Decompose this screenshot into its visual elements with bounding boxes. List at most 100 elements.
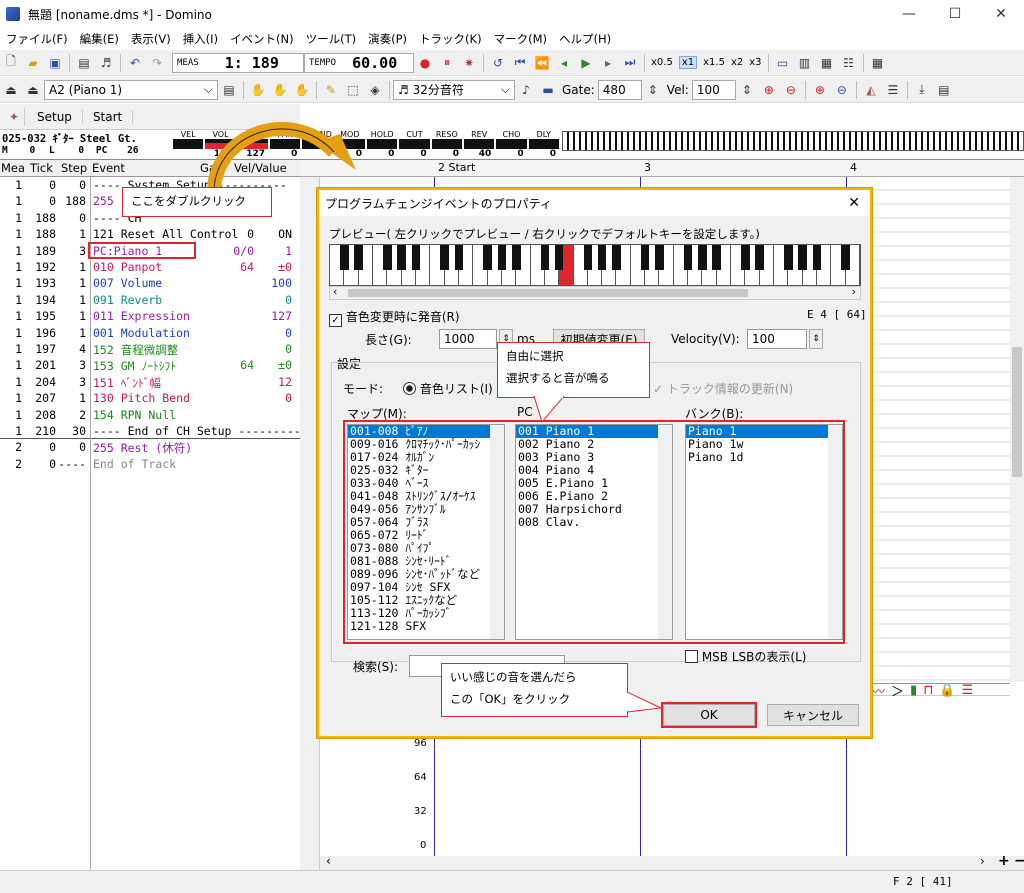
black-key[interactable] xyxy=(755,245,765,270)
pencil-icon[interactable]: ✎ xyxy=(322,81,340,99)
black-key[interactable] xyxy=(655,245,664,270)
scroll-right-icon[interactable]: › xyxy=(980,854,985,868)
note-length-select[interactable]: ♬ 32分音符 ⌵ xyxy=(393,79,515,100)
black-key[interactable] xyxy=(383,245,392,270)
event-row[interactable]: 1 197 4 152 音程微調整 0 xyxy=(0,342,300,358)
vel-input[interactable]: 100 xyxy=(691,79,736,100)
black-key[interactable] xyxy=(712,245,722,270)
open-file-icon[interactable]: ▰ xyxy=(24,54,42,72)
black-key[interactable] xyxy=(741,245,750,270)
step-forward-icon[interactable]: ▸ xyxy=(599,54,617,72)
note-icon[interactable]: ♪ xyxy=(517,81,535,99)
event-row[interactable]: 1 194 1 091 Reverb 0 xyxy=(0,293,300,309)
event-row[interactable]: 2 0 0 255 Rest (休符) xyxy=(0,440,300,456)
black-key[interactable] xyxy=(698,245,707,270)
view-piano-icon[interactable]: ▥ xyxy=(796,54,814,72)
velocity-spinner-icon[interactable]: ⇕ xyxy=(809,329,823,349)
preview-keyboard[interactable] xyxy=(329,244,861,286)
menu-file[interactable]: ファイル(F) xyxy=(0,31,74,47)
scroll-left-icon[interactable]: ‹ xyxy=(326,854,331,868)
step-tool-icon[interactable]: ⊓ xyxy=(923,683,933,698)
undo-icon[interactable]: ↶ xyxy=(126,54,144,72)
close-window-button[interactable]: ✕ xyxy=(978,0,1024,28)
go-start-icon[interactable]: ⏮ xyxy=(511,54,529,72)
black-key[interactable] xyxy=(812,245,822,270)
menu-event[interactable]: イベント(N) xyxy=(224,31,300,47)
go-end-icon[interactable]: ⏭ xyxy=(621,54,639,72)
black-key[interactable] xyxy=(784,245,793,270)
vel-spinner-icon[interactable]: ⇕ xyxy=(738,81,756,99)
view-drum-icon[interactable]: ▦ xyxy=(818,54,836,72)
black-key[interactable] xyxy=(841,245,850,270)
black-key[interactable] xyxy=(497,245,507,270)
rest-icon[interactable]: ▬ xyxy=(539,81,557,99)
black-key[interactable] xyxy=(340,245,349,270)
speed-x1[interactable]: x1 xyxy=(678,56,698,69)
menu-mark[interactable]: マーク(M) xyxy=(488,31,553,47)
track-settings-icon[interactable]: ▤ xyxy=(220,81,238,99)
col-mea[interactable]: Mea xyxy=(1,161,25,175)
event-row[interactable]: 1 192 1 010 Panpot 64 ±0 xyxy=(0,260,300,276)
line-tool-icon[interactable]: 〰 xyxy=(872,681,885,700)
black-key[interactable] xyxy=(583,245,593,270)
col-tick[interactable]: Tick xyxy=(30,161,53,175)
black-key[interactable] xyxy=(640,245,650,270)
menu-track[interactable]: トラック(K) xyxy=(413,31,488,47)
track-update-checkbox[interactable]: ✓ トラック情報の更新(N) xyxy=(653,380,793,397)
record-pause-icon[interactable]: ⏸ xyxy=(438,54,456,72)
import-icon[interactable]: ⤓ xyxy=(913,81,931,99)
properties-icon[interactable]: ▤ xyxy=(75,54,93,72)
zoom-out-icon[interactable]: ⊖ xyxy=(782,81,800,99)
length-input[interactable]: 1000 xyxy=(439,329,497,349)
panic-icon[interactable]: ✷ xyxy=(460,54,478,72)
new-file-icon[interactable]: 🗋 xyxy=(2,54,20,72)
event-row[interactable]: 1 193 1 007 Volume 100 xyxy=(0,276,300,292)
view-staff-icon[interactable]: ☷ xyxy=(840,54,858,72)
black-key[interactable] xyxy=(354,245,363,270)
black-key[interactable] xyxy=(483,245,492,270)
zoom-v-out-icon[interactable]: ⊖ xyxy=(833,81,851,99)
zoom-plus-icon[interactable]: + xyxy=(998,853,1010,869)
kb-scroll-left-icon[interactable]: ‹ xyxy=(333,285,337,298)
black-key[interactable] xyxy=(612,245,621,270)
black-key[interactable] xyxy=(798,245,807,270)
track-up-icon[interactable]: ⏏ xyxy=(2,81,20,99)
arrow-tool-icon[interactable]: ＞ xyxy=(891,681,904,700)
zoom-v-in-icon[interactable]: ⊕ xyxy=(811,81,829,99)
event-row[interactable]: 1 201 3 153 GM ﾉｰﾄｼﾌﾄ 64 ±0 xyxy=(0,358,300,374)
zoom-minus-icon[interactable]: − xyxy=(1014,853,1024,869)
measure-ruler[interactable]: 2 Start 3 4 xyxy=(300,160,1024,177)
speed-x2[interactable]: x2 xyxy=(731,57,743,68)
speed-x3[interactable]: x3 xyxy=(749,57,761,68)
vertical-scrollbar[interactable] xyxy=(1010,177,1024,682)
rewind-icon[interactable]: ⏪ xyxy=(533,54,551,72)
save-icon[interactable]: ▣ xyxy=(46,54,64,72)
speed-x15[interactable]: x1.5 xyxy=(703,57,725,68)
velocity-input[interactable]: 100 xyxy=(747,329,807,349)
speed-x05[interactable]: x0.5 xyxy=(651,57,673,68)
black-key[interactable] xyxy=(540,245,550,270)
black-key[interactable] xyxy=(454,245,464,270)
event-list[interactable]: 1 0 0 ---- System Setup ---------- 1 0 188 255 1… xyxy=(0,177,308,870)
track-select[interactable]: A2 (Piano 1) ⌵ xyxy=(44,79,218,100)
mini-keyboard[interactable] xyxy=(562,131,1024,151)
col-event[interactable]: Event xyxy=(92,161,125,175)
eraser-icon[interactable]: ◈ xyxy=(366,81,384,99)
hand-tool3-icon[interactable]: ✋ xyxy=(293,81,311,99)
param-meter[interactable] xyxy=(399,139,430,149)
black-key[interactable] xyxy=(554,245,564,270)
zoom-in-icon[interactable]: ⊕ xyxy=(760,81,778,99)
loop-icon[interactable]: ↺ xyxy=(489,54,507,72)
param-meter[interactable] xyxy=(367,139,398,149)
maximize-button[interactable]: ☐ xyxy=(932,0,978,28)
align-icon[interactable]: ☰ xyxy=(884,81,902,99)
hand-tool-icon[interactable]: ✋ xyxy=(249,81,267,99)
kb-scroll-right-icon[interactable]: › xyxy=(852,285,856,298)
event-row[interactable]: 1 204 3 151 ﾍﾞﾝﾄﾞ幅 12 xyxy=(0,375,300,391)
grid-view-icon[interactable]: ▦ xyxy=(869,54,887,72)
hand-tool2-icon[interactable]: ✋ xyxy=(271,81,289,99)
record-icon[interactable]: ● xyxy=(416,54,434,72)
play-on-change-checkbox[interactable]: ✓ 音色変更時に発音(R) xyxy=(329,308,460,327)
cancel-button[interactable]: キャンセル xyxy=(767,704,859,726)
play-icon[interactable]: ▶ xyxy=(577,54,595,72)
